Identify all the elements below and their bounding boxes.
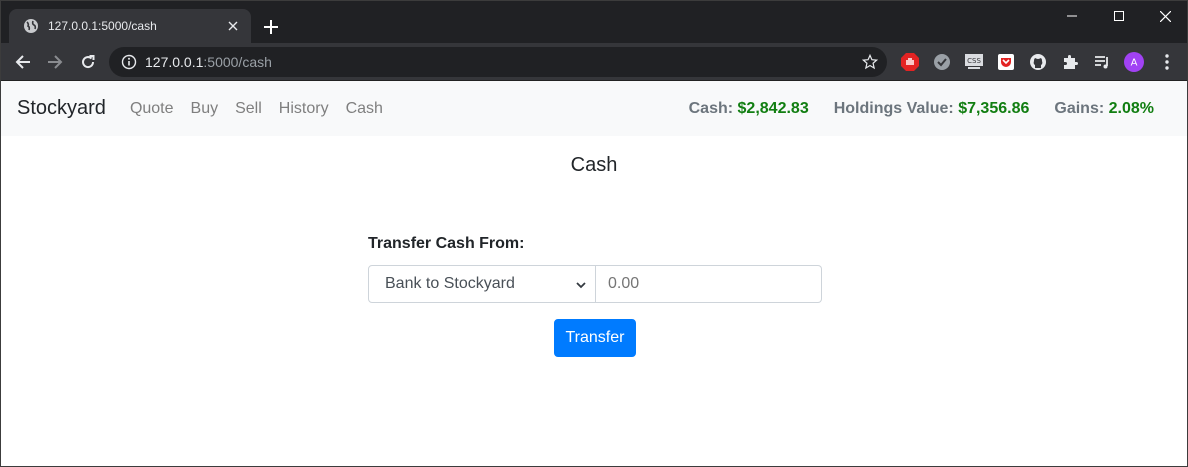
transfer-from-label: Transfer Cash From: bbox=[368, 235, 525, 252]
transfer-button[interactable]: Transfer bbox=[554, 319, 636, 357]
account-stats: Cash: $2,842.83 Holdings Value: $7,356.8… bbox=[664, 81, 1154, 136]
nav-link-buy[interactable]: Buy bbox=[191, 100, 219, 118]
site-navbar: Stockyard Quote Buy Sell History Cash Ca… bbox=[1, 81, 1187, 136]
transfer-direction-select[interactable]: Bank to Stockyard bbox=[368, 265, 596, 303]
globe-icon bbox=[23, 18, 39, 34]
brand-link[interactable]: Stockyard bbox=[17, 97, 106, 120]
holdings-stat: Holdings Value: $7,356.86 bbox=[834, 100, 1030, 118]
back-arrow-icon[interactable] bbox=[11, 50, 35, 74]
kebab-menu-icon[interactable] bbox=[1157, 52, 1177, 72]
transfer-direction-value: Bank to Stockyard bbox=[385, 275, 515, 292]
close-window-icon[interactable] bbox=[1142, 1, 1187, 31]
cash-stat: Cash: $2,842.83 bbox=[689, 100, 809, 118]
css-badge-text: CSS bbox=[967, 57, 981, 65]
browser-titlebar: 127.0.0.1:5000/cash bbox=[1, 1, 1187, 43]
media-control-icon[interactable] bbox=[1092, 52, 1112, 72]
forward-arrow-icon[interactable] bbox=[43, 50, 67, 74]
url-host: 127.0.0.1 bbox=[145, 54, 204, 70]
new-tab-button[interactable] bbox=[259, 15, 283, 39]
address-bar[interactable]: 127.0.0.1:5000/cash bbox=[109, 47, 887, 77]
cash-label: Cash: bbox=[688, 99, 734, 117]
url-text: 127.0.0.1:5000/cash bbox=[145, 54, 272, 70]
close-tab-icon[interactable] bbox=[225, 18, 241, 34]
nav-link-quote[interactable]: Quote bbox=[130, 100, 174, 118]
bookmark-star-icon[interactable] bbox=[861, 53, 879, 71]
info-icon[interactable] bbox=[121, 54, 137, 70]
page-title: Cash bbox=[570, 154, 618, 176]
gains-label: Gains: bbox=[1054, 99, 1105, 117]
nav-link-cash[interactable]: Cash bbox=[346, 100, 383, 118]
nav-link-sell[interactable]: Sell bbox=[235, 100, 262, 118]
puzzle-extensions-icon[interactable] bbox=[1060, 52, 1080, 72]
cash-value: $2,842.83 bbox=[737, 99, 809, 117]
chevron-down-icon bbox=[575, 278, 587, 296]
reload-icon[interactable] bbox=[76, 50, 100, 74]
transfer-form: Transfer Cash From: Bank to Stockyard bbox=[368, 235, 822, 303]
tab-title: 127.0.0.1:5000/cash bbox=[48, 19, 157, 33]
gains-value: 2.08% bbox=[1108, 99, 1154, 117]
profile-initial: A bbox=[1131, 58, 1138, 69]
check-extension-icon[interactable] bbox=[932, 52, 952, 72]
adblock-extension-icon[interactable] bbox=[900, 52, 920, 72]
pocket-extension-icon[interactable] bbox=[996, 52, 1016, 72]
github-extension-icon[interactable] bbox=[1028, 52, 1048, 72]
transfer-input-group: Bank to Stockyard bbox=[368, 265, 822, 303]
minimize-icon[interactable] bbox=[1049, 1, 1095, 31]
maximize-icon[interactable] bbox=[1096, 1, 1142, 31]
browser-tab[interactable]: 127.0.0.1:5000/cash bbox=[9, 9, 251, 43]
url-path: :5000/cash bbox=[203, 54, 272, 70]
nav-link-history[interactable]: History bbox=[279, 100, 329, 118]
browser-window: 127.0.0.1:5000/cash 127.0.0.1:5000/cash … bbox=[0, 0, 1188, 467]
css-extension-icon[interactable]: CSS bbox=[964, 52, 984, 72]
amount-input[interactable] bbox=[596, 265, 822, 303]
gains-stat: Gains: 2.08% bbox=[1054, 100, 1154, 118]
holdings-label: Holdings Value: bbox=[833, 99, 954, 117]
browser-toolbar: 127.0.0.1:5000/cash CSS A bbox=[1, 43, 1187, 81]
holdings-value: $7,356.86 bbox=[958, 99, 1030, 117]
profile-avatar[interactable]: A bbox=[1124, 52, 1144, 72]
